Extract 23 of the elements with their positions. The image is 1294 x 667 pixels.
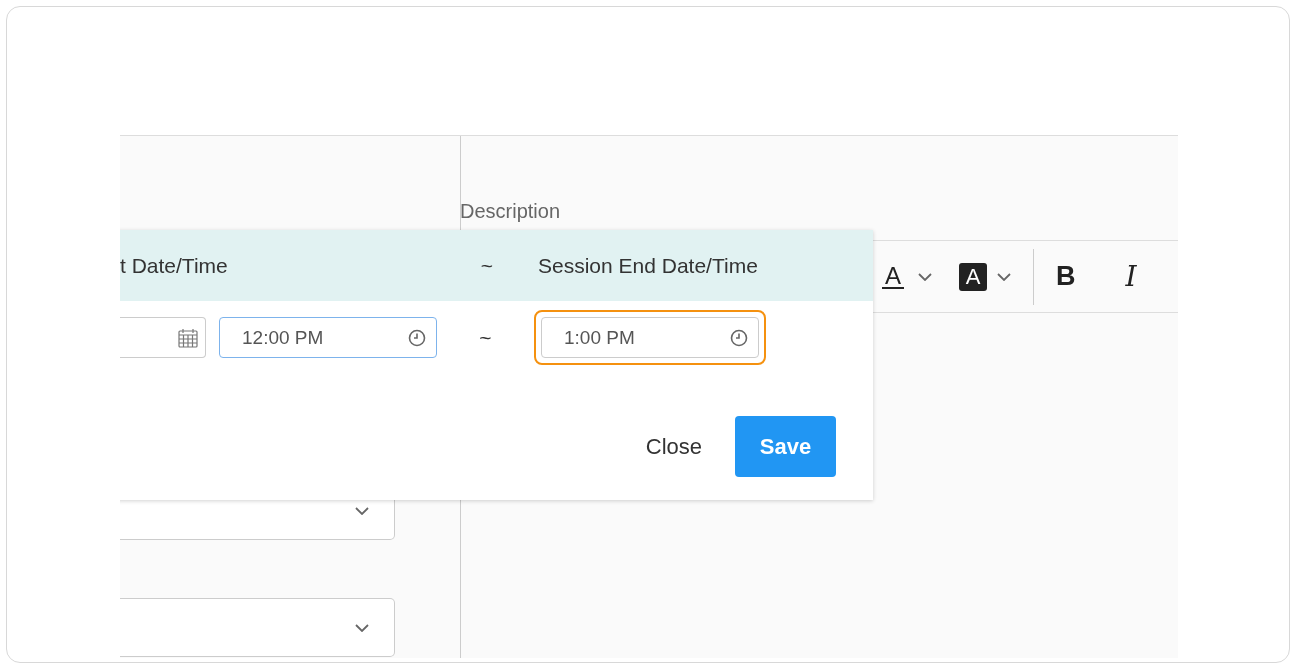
time-value: 12:00 PM [242, 326, 324, 349]
chevron-down-icon [355, 623, 369, 632]
column-heading: t Date/Time [120, 253, 229, 278]
close-button[interactable]: Close [645, 416, 702, 477]
italic-button[interactable]: I [1125, 260, 1137, 293]
clock-icon [730, 328, 748, 347]
select-field[interactable] [120, 598, 395, 657]
time-value: 1:00 PM [564, 326, 635, 349]
column-heading: Session End Date/Time [538, 253, 758, 278]
separator-label: ~ [478, 325, 493, 350]
separator-label: ~ [479, 253, 495, 278]
highlight-color-button[interactable]: A [959, 262, 987, 291]
bold-button[interactable]: B [1056, 261, 1076, 292]
caret-icon [997, 272, 1011, 281]
time-field[interactable]: 1:00 PM [541, 317, 759, 358]
text-color-button[interactable]: A [882, 264, 904, 289]
calendar-icon [178, 327, 198, 348]
description-label: Description [460, 200, 562, 224]
time-field[interactable]: 12:00 PM [219, 317, 437, 358]
chevron-down-icon [355, 506, 369, 515]
date-field[interactable] [120, 317, 206, 358]
caret-icon [918, 272, 932, 281]
clock-icon [408, 328, 426, 347]
